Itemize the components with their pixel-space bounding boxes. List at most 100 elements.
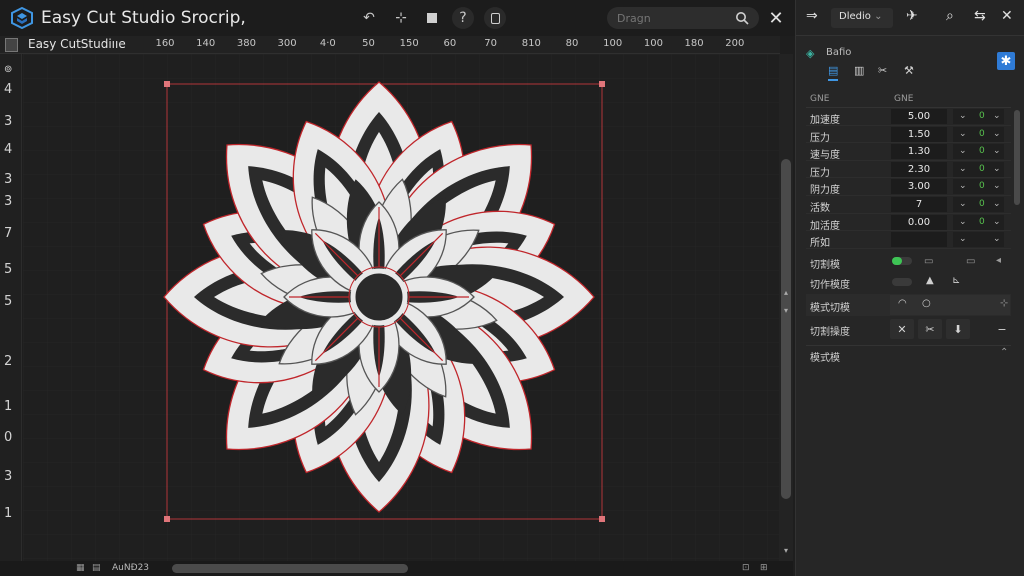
ruler-tick: 3: [4, 114, 13, 129]
chevron-down-icon: ⌄: [993, 198, 1001, 209]
move-icon[interactable]: ⊹: [390, 7, 412, 29]
tab-cut[interactable]: ✂: [878, 64, 887, 77]
search-icon[interactable]: ⌕: [946, 8, 954, 24]
chevron-up-icon[interactable]: ⌃: [1000, 347, 1008, 358]
selection-handle[interactable]: [599, 81, 605, 87]
panel-toolbar: ⇒ Dledio ⌄ ✈ ⌕ ⇆ ✕: [796, 0, 1024, 36]
chevron-down-icon: ⌄: [959, 216, 967, 227]
property-value-input[interactable]: 5.00: [891, 109, 947, 124]
slider-track-icon[interactable]: ▭: [966, 256, 975, 267]
plane-icon[interactable]: ✈: [906, 8, 918, 24]
ruler-origin-icon[interactable]: ⊚: [4, 64, 12, 75]
property-value-input[interactable]: 0.00: [891, 214, 947, 230]
search-icon[interactable]: [735, 11, 749, 25]
property-stepper[interactable]: ⌄ 0 ⌄: [953, 214, 1004, 230]
move-icon[interactable]: ⊹: [1000, 298, 1008, 309]
scroll-up-icon[interactable]: ▴: [781, 288, 791, 298]
section-row-label: 模式切模: [810, 303, 850, 314]
arrow-right-icon[interactable]: ⇒: [806, 8, 818, 24]
property-stepper[interactable]: ⌄ 0 ⌄: [953, 126, 1004, 142]
cross-button[interactable]: ✕: [890, 319, 914, 339]
ruler-tick: 80: [565, 38, 579, 49]
toggle-switch[interactable]: [892, 257, 912, 265]
scroll-thumb[interactable]: [781, 159, 791, 499]
small-slider-icon[interactable]: ▭: [924, 256, 933, 267]
ruler-tick: 7: [4, 226, 13, 241]
chevron-down-icon: ⌄: [993, 216, 1001, 227]
horizontal-scroll-thumb[interactable]: [172, 564, 408, 573]
property-stepper[interactable]: ⌄ 0 ⌄: [953, 179, 1004, 195]
property-stepper[interactable]: ⌄ 0 ⌄: [953, 161, 1004, 177]
corner-icon[interactable]: ⊾: [952, 275, 960, 286]
toggle-switch[interactable]: [892, 278, 912, 286]
search-input[interactable]: [617, 11, 727, 25]
circle-icon[interactable]: ○: [922, 298, 931, 309]
property-label: 加活度: [810, 220, 840, 232]
property-value-input[interactable]: 2.30: [891, 161, 947, 177]
property-value-input[interactable]: [891, 232, 947, 248]
property-value-input[interactable]: 3.00: [891, 179, 947, 195]
column-header: GNE: [894, 94, 914, 104]
gear-icon: ✱: [1000, 53, 1012, 69]
tab-layers[interactable]: ▤: [828, 64, 839, 81]
tab-tools[interactable]: ⚒: [904, 64, 914, 77]
search-box[interactable]: [607, 7, 759, 29]
minus-button[interactable]: −: [990, 319, 1014, 339]
tab-grid[interactable]: ▥: [854, 64, 864, 77]
triangle-right-icon[interactable]: ◂: [996, 255, 1001, 266]
cut-button[interactable]: ✂: [918, 319, 942, 339]
property-value-input[interactable]: 7: [891, 196, 947, 212]
ruler-tick: 70: [484, 38, 497, 49]
grid-icon[interactable]: ▦: [76, 563, 85, 573]
close-icon[interactable]: ✕: [1001, 8, 1013, 24]
scroll-down-icon[interactable]: ▾: [781, 306, 791, 316]
chevron-down-icon: ⌄: [874, 11, 883, 22]
settings-button[interactable]: ✱: [997, 52, 1015, 70]
scroll-end-icon[interactable]: ▾: [781, 546, 791, 556]
ruler-corner-icon[interactable]: [5, 38, 18, 52]
arc-icon[interactable]: ◠: [898, 298, 907, 309]
ruler-tick: 380: [236, 38, 256, 49]
app-window: Easy Cut Studio Srocrip, ↶ ⊹ ? ✕ Easy Cu…: [0, 0, 1024, 576]
property-row: 加活度 0.00 ⌄ 0 ⌄: [806, 214, 1011, 232]
chevron-down-icon: ⌄: [993, 111, 1001, 121]
fit-icon[interactable]: ⊞: [760, 563, 768, 573]
help-icon[interactable]: ?: [452, 7, 474, 29]
pin-button[interactable]: ⬇: [946, 319, 970, 339]
ruler-tick: 4: [4, 142, 13, 157]
section-row-label: 切作模度: [810, 280, 850, 291]
panel-scroll-thumb[interactable]: [1014, 110, 1020, 205]
vertical-scrollbar[interactable]: ▴ ▾ ▾: [779, 54, 793, 562]
chevron-down-icon: ⌄: [959, 128, 967, 139]
ruler-tick: 160: [155, 38, 175, 49]
mandala-artwork[interactable]: [23, 54, 779, 562]
triangle-up-icon[interactable]: ▲: [926, 275, 934, 286]
close-icon[interactable]: ✕: [766, 7, 786, 29]
property-label: 压力: [810, 132, 830, 144]
zoom-icon[interactable]: ⊡: [742, 563, 750, 573]
property-stepper[interactable]: ⌄ 0 ⌄: [953, 196, 1004, 212]
horizontal-ruler: Easy CutStudiııe 160 140 380 300 4·0 50 150 60 7…: [0, 36, 780, 54]
stop-icon[interactable]: [421, 7, 443, 29]
stepper-value: 0: [979, 163, 985, 174]
selection-handle[interactable]: [164, 516, 170, 522]
mode-dropdown[interactable]: Dledio ⌄: [831, 8, 893, 28]
property-table: GNE GNE 加速度 5.00 ⌄ 0 ⌄ 压力 1.50 ⌄ 0 ⌄ 速与度 1.30 ⌄ 0 ⌄ 压力 2…: [806, 92, 1011, 249]
property-stepper[interactable]: ⌄ 0 ⌄: [953, 144, 1004, 160]
ruler-tick: 5: [4, 262, 13, 277]
selection-handle[interactable]: [599, 516, 605, 522]
property-value-input[interactable]: 1.50: [891, 126, 947, 142]
design-canvas[interactable]: [23, 54, 779, 562]
property-value-input[interactable]: 1.30: [891, 144, 947, 160]
section-title: Bafio: [826, 47, 852, 58]
table-header: GNE GNE: [806, 92, 1011, 108]
undo-icon[interactable]: ↶: [358, 7, 380, 29]
selection-handle[interactable]: [164, 81, 170, 87]
property-stepper[interactable]: ⌄ ⌄: [953, 232, 1004, 248]
ruler-tick: 1: [4, 506, 13, 521]
layers-icon[interactable]: ▤: [92, 563, 101, 573]
property-stepper[interactable]: ⌄ 0 ⌄: [953, 109, 1004, 124]
swap-icon[interactable]: ⇆: [974, 8, 986, 24]
eye-icon[interactable]: ◈: [806, 47, 814, 60]
square-icon[interactable]: [484, 7, 506, 29]
